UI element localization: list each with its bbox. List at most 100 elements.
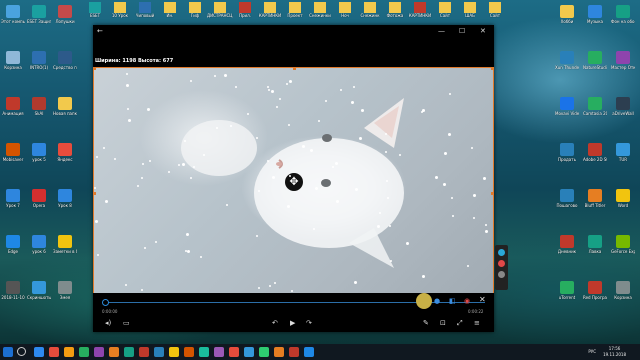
desktop-icon-top-3[interactable]: Ин. bbox=[157, 2, 183, 18]
desktop-icon-right-3[interactable]: Xun Thunder bbox=[555, 51, 579, 70]
desktop-icon-right-20[interactable]: Корзина bbox=[611, 281, 635, 300]
desktop-icon-left-13[interactable]: Opera bbox=[27, 189, 51, 208]
taskbar-app-icon[interactable] bbox=[259, 347, 269, 357]
back-button[interactable]: ← bbox=[97, 27, 103, 35]
taskbar-app-icon[interactable] bbox=[49, 347, 59, 357]
desktop-icon-right-5[interactable]: Мастер Открытки bbox=[611, 51, 635, 70]
desktop-icon-right-10[interactable]: Adobe 2D Stamp bbox=[583, 143, 607, 162]
toolbar-settings-icon[interactable] bbox=[498, 271, 505, 278]
rewind-icon[interactable]: ↶ bbox=[272, 319, 278, 327]
edit-icon[interactable]: ✎ bbox=[423, 319, 429, 327]
desktop-icon-left-2[interactable]: Лопушки bbox=[53, 5, 77, 24]
desktop-icon-top-12[interactable]: Фотожа bbox=[382, 2, 408, 18]
desktop-icon-top-1[interactable]: 10 Урок bbox=[107, 2, 133, 18]
search-icon[interactable] bbox=[17, 347, 26, 356]
desktop-icon-top-10[interactable]: Ноч bbox=[332, 2, 358, 18]
progress-knob[interactable] bbox=[102, 299, 109, 306]
resize-handle-tr[interactable] bbox=[491, 68, 493, 70]
desktop-icon-top-15[interactable]: ШАБ bbox=[457, 2, 483, 18]
taskbar-app-icon[interactable] bbox=[244, 347, 254, 357]
record-icon[interactable]: ◉ bbox=[464, 297, 470, 305]
desktop-icon-top-2[interactable]: Чиповый bbox=[132, 2, 158, 18]
desktop-icon-left-6[interactable]: Анимация bbox=[1, 97, 25, 116]
toolbar-app-icon[interactable] bbox=[498, 249, 505, 256]
forward-icon[interactable]: ↷ bbox=[306, 319, 312, 327]
desktop-icon-right-2[interactable]: Фон на обоях bbox=[611, 5, 635, 24]
taskbar-app-icon[interactable] bbox=[184, 347, 194, 357]
resize-handle-right[interactable] bbox=[491, 192, 493, 195]
desktop-icon-left-4[interactable]: INTRO(1) bbox=[27, 51, 51, 70]
close-controls-button[interactable]: ✕ bbox=[479, 296, 486, 304]
desktop-icon-left-3[interactable]: Корзина bbox=[1, 51, 25, 70]
desktop-icon-top-16[interactable]: Сайт bbox=[482, 2, 508, 18]
move-icon[interactable]: ✥ bbox=[285, 173, 303, 191]
taskbar-app-icon[interactable] bbox=[214, 347, 224, 357]
desktop-icon-left-20[interactable]: Змея bbox=[53, 281, 77, 300]
desktop-icon-right-8[interactable]: aDriveWall bbox=[611, 97, 635, 116]
desktop-icon-right-1[interactable]: Музыка bbox=[583, 5, 607, 24]
desktop-icon-right-16[interactable]: Лавка bbox=[583, 235, 607, 254]
taskbar-app-icon[interactable] bbox=[124, 347, 134, 357]
desktop-icon-right-7[interactable]: Camtasia 2018 bbox=[583, 97, 607, 116]
play-icon[interactable]: ▶ bbox=[290, 319, 295, 327]
resize-handle-top[interactable] bbox=[293, 68, 296, 70]
taskbar-clock[interactable]: 17:56 19.11.2018 bbox=[603, 346, 626, 358]
resize-handle-left[interactable] bbox=[94, 192, 96, 195]
desktop-icon-right-9[interactable]: Продать bbox=[555, 143, 579, 162]
crop-icon[interactable]: ⊡ bbox=[440, 319, 446, 327]
desktop-icon-right-14[interactable]: Word bbox=[611, 189, 635, 208]
toolbar-record-icon[interactable] bbox=[498, 260, 505, 267]
desktop-icon-top-5[interactable]: ДИСТРАНСЦ... bbox=[207, 2, 233, 18]
desktop-icon-right-19[interactable]: Red Программ bbox=[583, 281, 607, 300]
taskbar-app-icon[interactable] bbox=[139, 347, 149, 357]
desktop-icon-left-12[interactable]: Урок 7 bbox=[1, 189, 25, 208]
desktop-icon-left-5[interactable]: Средство просмот... bbox=[53, 51, 77, 70]
desktop-icon-right-11[interactable]: TUR bbox=[611, 143, 635, 162]
close-button[interactable]: ✕ bbox=[480, 27, 486, 35]
desktop-icon-top-11[interactable]: Снежинк bbox=[357, 2, 383, 18]
taskbar-app-icon[interactable] bbox=[199, 347, 209, 357]
desktop-icon-left-1[interactable]: ESET Защита банковск... bbox=[27, 5, 51, 24]
video-preview[interactable]: ✥ bbox=[93, 67, 494, 319]
desktop-icon-right-15[interactable]: Дневник bbox=[555, 235, 579, 254]
menu-icon[interactable]: ≡ bbox=[474, 319, 480, 327]
desktop-icon-right-13[interactable]: Bluff Titler bbox=[583, 189, 607, 208]
desktop-icon-top-13[interactable]: КАРТИНКИ bbox=[407, 2, 433, 18]
desktop-icon-left-0[interactable]: Этот компьютер bbox=[1, 5, 25, 24]
desktop-icon-top-7[interactable]: КАРТИНКИ bbox=[257, 2, 283, 18]
resize-handle-tl[interactable] bbox=[94, 68, 96, 70]
mic-button[interactable] bbox=[416, 293, 432, 309]
desktop-icon-left-16[interactable]: урок 6 bbox=[27, 235, 51, 254]
desktop-icon-left-18[interactable]: 2018-11-10 bbox=[1, 281, 25, 300]
subtitles-icon[interactable]: ▭ bbox=[123, 319, 130, 327]
desktop-icon-top-0[interactable]: ESET bbox=[82, 2, 108, 18]
taskbar-app-icon[interactable] bbox=[109, 347, 119, 357]
desktop-icon-right-17[interactable]: GeForce Experience bbox=[611, 235, 635, 254]
fullscreen-icon[interactable]: ⤢ bbox=[457, 319, 463, 327]
desktop-icon-right-6[interactable]: Movavi Video Suite bbox=[555, 97, 579, 116]
taskbar-app-icon[interactable] bbox=[289, 347, 299, 357]
desktop-icon-left-11[interactable]: Яндекс bbox=[53, 143, 77, 162]
taskbar-app-icon[interactable] bbox=[94, 347, 104, 357]
start-button[interactable] bbox=[3, 347, 13, 357]
minimize-button[interactable]: — bbox=[438, 27, 445, 35]
voice-icon[interactable]: ● bbox=[434, 297, 440, 305]
desktop-icon-left-19[interactable]: Скриншоты в Яндекс... bbox=[27, 281, 51, 300]
taskbar-app-icon[interactable] bbox=[79, 347, 89, 357]
taskbar-app-icon[interactable] bbox=[64, 347, 74, 357]
desktop-icon-top-8[interactable]: Проект bbox=[282, 2, 308, 18]
camera-icon[interactable]: ◧ bbox=[449, 297, 456, 305]
desktop-icon-right-12[interactable]: Пошагово bbox=[555, 189, 579, 208]
desktop-icon-right-0[interactable]: Хобби bbox=[555, 5, 579, 24]
maximize-button[interactable]: ☐ bbox=[459, 27, 465, 35]
desktop-icon-top-14[interactable]: Сайт bbox=[432, 2, 458, 18]
language-indicator[interactable]: РУС bbox=[588, 349, 596, 354]
desktop-icon-right-18[interactable]: uTorrent bbox=[555, 281, 579, 300]
taskbar-app-icon[interactable] bbox=[304, 347, 314, 357]
desktop-icon-top-4[interactable]: Гиф bbox=[182, 2, 208, 18]
taskbar-app-icon[interactable] bbox=[34, 347, 44, 357]
desktop-icon-left-9[interactable]: Mobisaver bbox=[1, 143, 25, 162]
desktop-icon-left-8[interactable]: Новая папка bbox=[53, 97, 77, 116]
taskbar-app-icon[interactable] bbox=[229, 347, 239, 357]
desktop-icon-left-10[interactable]: урок 5 bbox=[27, 143, 51, 162]
